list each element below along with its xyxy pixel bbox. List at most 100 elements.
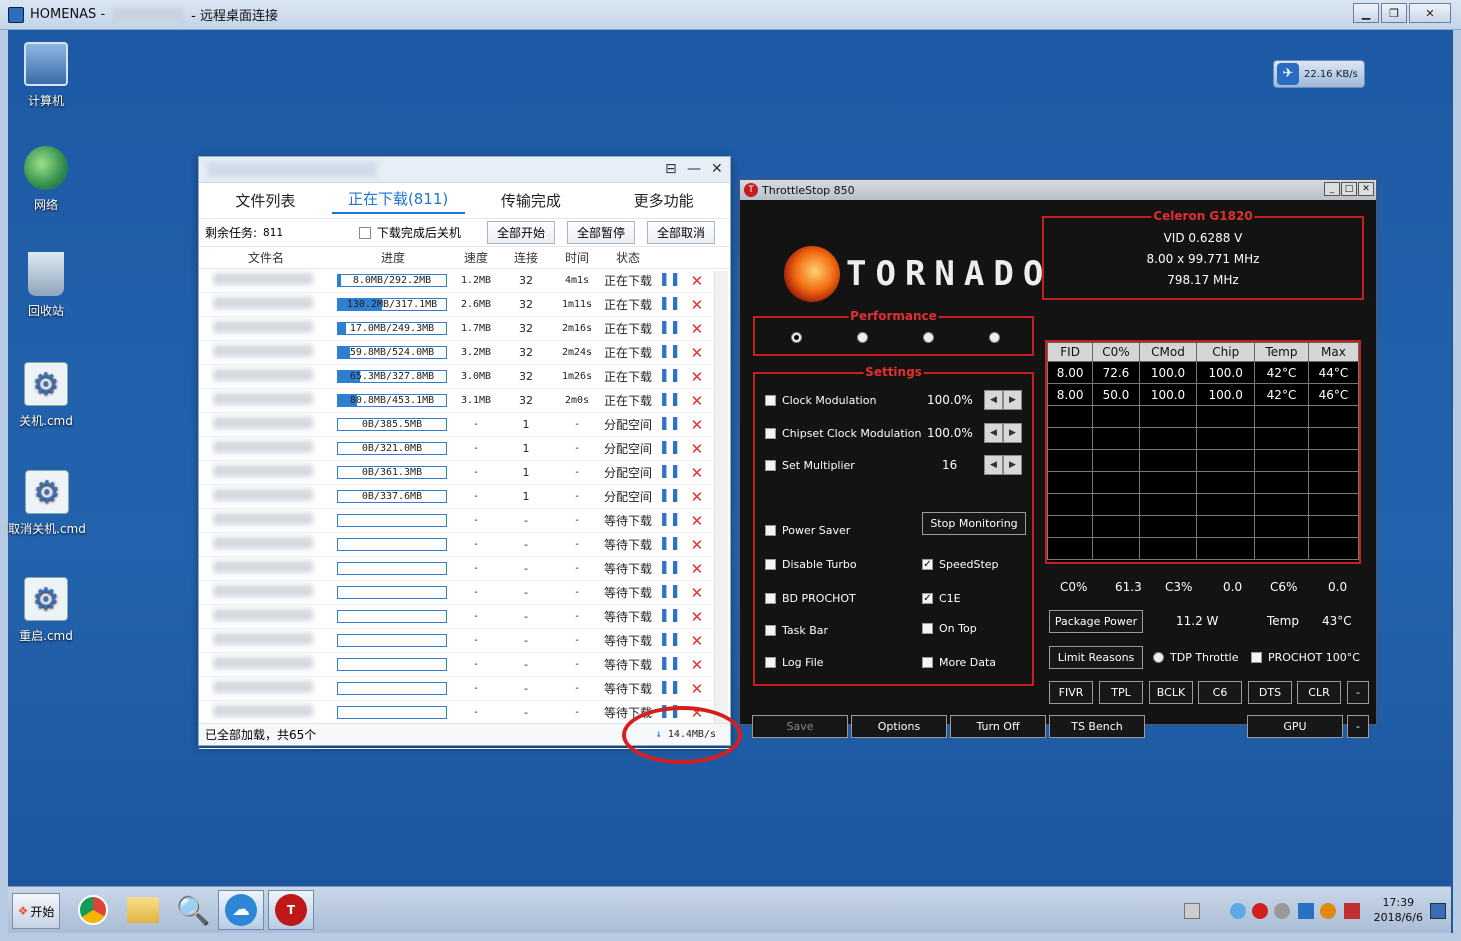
pause-icon[interactable]: ❚❚ xyxy=(659,272,681,290)
delete-icon[interactable]: ✕ xyxy=(691,440,704,458)
prochot-checkbox[interactable] xyxy=(1251,652,1262,663)
profile-1-radio[interactable] xyxy=(791,332,802,343)
pause-icon[interactable]: ❚❚ xyxy=(659,632,681,650)
scrollbar[interactable] xyxy=(714,271,728,723)
power-saver-checkbox[interactable] xyxy=(765,525,776,536)
pause-icon[interactable]: ❚❚ xyxy=(659,464,681,482)
dts-button[interactable]: DTS xyxy=(1248,681,1292,704)
download-row[interactable]: - - - 等待下载 ❚❚ ✕ xyxy=(199,629,730,653)
bottom-collapse-button[interactable]: - xyxy=(1347,715,1369,738)
download-row[interactable]: - - - 等待下载 ❚❚ ✕ xyxy=(199,605,730,629)
download-row[interactable]: 130.2MB/317.1MB 2.6MB 32 1m11s 正在下载 ❚❚ ✕ xyxy=(199,293,730,317)
turn-off-button[interactable]: Turn Off xyxy=(950,715,1046,738)
delete-icon[interactable]: ✕ xyxy=(691,584,704,602)
delete-icon[interactable]: ✕ xyxy=(691,656,704,674)
speedstep-checkbox[interactable] xyxy=(922,559,933,570)
row-collapse-button[interactable]: - xyxy=(1347,681,1369,704)
cancel-all-button[interactable]: 全部取消 xyxy=(646,221,715,244)
profile-3-radio[interactable] xyxy=(923,332,934,343)
restore-button[interactable]: ❐ xyxy=(1381,3,1407,23)
pause-icon[interactable]: ❚❚ xyxy=(659,488,681,506)
disable-turbo-checkbox[interactable] xyxy=(765,559,776,570)
explorer-taskbar-button[interactable] xyxy=(120,890,166,930)
clock-modulation-stepper[interactable]: ◀ ▶ xyxy=(984,390,1022,410)
delete-icon[interactable]: ✕ xyxy=(691,392,704,410)
decrease-icon[interactable]: ◀ xyxy=(984,455,1003,475)
delete-icon[interactable]: ✕ xyxy=(691,680,704,698)
skin-icon[interactable]: ⊟ xyxy=(665,161,677,177)
log-file-checkbox[interactable] xyxy=(765,657,776,668)
gpu-button[interactable]: GPU xyxy=(1247,715,1343,738)
chipset-modulation-stepper[interactable]: ◀ ▶ xyxy=(984,423,1022,443)
search-tray-icon[interactable] xyxy=(1320,903,1336,919)
security-tray-icon[interactable] xyxy=(1344,903,1360,919)
download-row[interactable]: 0B/361.3MB - 1 - 分配空间 ❚❚ ✕ xyxy=(199,461,730,485)
chipset-modulation-checkbox[interactable] xyxy=(765,428,776,439)
maximize-button[interactable]: □ xyxy=(1341,182,1357,196)
delete-icon[interactable]: ✕ xyxy=(691,464,704,482)
delete-icon[interactable]: ✕ xyxy=(691,416,704,434)
start-button[interactable]: ❖ 开始 xyxy=(12,893,60,929)
desktop-icon-recycle-bin[interactable]: 回收站 xyxy=(6,252,86,319)
pause-icon[interactable]: ❚❚ xyxy=(659,344,681,362)
increase-icon[interactable]: ▶ xyxy=(1003,390,1022,410)
more-data-checkbox[interactable] xyxy=(922,657,933,668)
pause-icon[interactable]: ❚❚ xyxy=(659,512,681,530)
download-row[interactable]: 65.3MB/327.8MB 3.0MB 32 1m26s 正在下载 ❚❚ ✕ xyxy=(199,365,730,389)
col-filename[interactable]: 文件名 xyxy=(199,249,333,266)
save-button[interactable]: Save xyxy=(752,715,848,738)
on-top-checkbox[interactable] xyxy=(922,623,933,634)
delete-icon[interactable]: ✕ xyxy=(691,512,704,530)
keyboard-icon[interactable] xyxy=(1184,903,1200,919)
increase-icon[interactable]: ▶ xyxy=(1003,455,1022,475)
pause-icon[interactable]: ❚❚ xyxy=(659,584,681,602)
delete-icon[interactable]: ✕ xyxy=(691,272,704,290)
sound-tray-icon[interactable] xyxy=(1274,903,1290,919)
c6-button[interactable]: C6 xyxy=(1198,681,1242,704)
pause-icon[interactable]: ❚❚ xyxy=(659,536,681,554)
desktop-icon-computer[interactable]: 计算机 xyxy=(6,42,86,109)
download-row[interactable]: - - - 等待下载 ❚❚ ✕ xyxy=(199,581,730,605)
pause-icon[interactable]: ❚❚ xyxy=(659,416,681,434)
tab-file-list[interactable]: 文件列表 xyxy=(199,190,332,211)
set-multiplier-stepper[interactable]: ◀ ▶ xyxy=(984,455,1022,475)
download-row[interactable]: - - - 等待下载 ❚❚ ✕ xyxy=(199,557,730,581)
close-button[interactable]: ✕ xyxy=(1409,3,1451,23)
decrease-icon[interactable]: ◀ xyxy=(984,423,1003,443)
pause-icon[interactable]: ❚❚ xyxy=(659,560,681,578)
desktop-icon-network[interactable]: 网络 xyxy=(6,146,86,213)
cloud-tray-icon[interactable] xyxy=(1230,903,1246,919)
desktop-icon-restart-cmd[interactable]: 重启.cmd xyxy=(6,577,86,644)
increase-icon[interactable]: ▶ xyxy=(1003,423,1022,443)
delete-icon[interactable]: ✕ xyxy=(691,632,704,650)
col-status[interactable]: 状态 xyxy=(601,249,655,266)
download-row[interactable]: - - - 等待下载 ❚❚ ✕ xyxy=(199,653,730,677)
task-bar-checkbox[interactable] xyxy=(765,625,776,636)
set-multiplier-checkbox[interactable] xyxy=(765,460,776,471)
desktop-icon-cancel-shutdown-cmd[interactable]: 取消关机.cmd xyxy=(0,470,94,537)
shutdown-checkbox[interactable] xyxy=(358,226,371,239)
delete-icon[interactable]: ✕ xyxy=(691,344,704,362)
download-row[interactable]: 17.0MB/249.3MB 1.7MB 32 2m16s 正在下载 ❚❚ ✕ xyxy=(199,317,730,341)
tab-more[interactable]: 更多功能 xyxy=(597,190,730,211)
pause-icon[interactable]: ❚❚ xyxy=(659,440,681,458)
col-time[interactable]: 时间 xyxy=(553,249,601,266)
close-button[interactable]: ✕ xyxy=(711,161,723,177)
minimize-button[interactable]: _ xyxy=(1324,182,1340,196)
minimize-button[interactable]: ▁ xyxy=(1353,3,1379,23)
pause-icon[interactable]: ❚❚ xyxy=(659,368,681,386)
tab-completed[interactable]: 传输完成 xyxy=(465,190,598,211)
close-button[interactable]: ✕ xyxy=(1358,182,1374,196)
tpl-button[interactable]: TPL xyxy=(1099,681,1143,704)
col-connections[interactable]: 连接 xyxy=(499,249,553,266)
chrome-taskbar-button[interactable] xyxy=(70,890,116,930)
cloud-download-taskbar-button[interactable]: ☁ xyxy=(218,890,264,930)
desktop-icon-shutdown-cmd[interactable]: 关机.cmd xyxy=(6,362,86,429)
pause-icon[interactable]: ❚❚ xyxy=(659,320,681,338)
download-row[interactable]: - - - 等待下载 ❚❚ ✕ xyxy=(199,533,730,557)
delete-icon[interactable]: ✕ xyxy=(691,368,704,386)
profile-4-radio[interactable] xyxy=(989,332,1000,343)
network-speed-widget[interactable]: ✈ 22.16 KB/s xyxy=(1273,60,1365,88)
tab-downloading[interactable]: 正在下载(811) xyxy=(331,188,465,214)
pause-all-button[interactable]: 全部暂停 xyxy=(566,221,635,244)
